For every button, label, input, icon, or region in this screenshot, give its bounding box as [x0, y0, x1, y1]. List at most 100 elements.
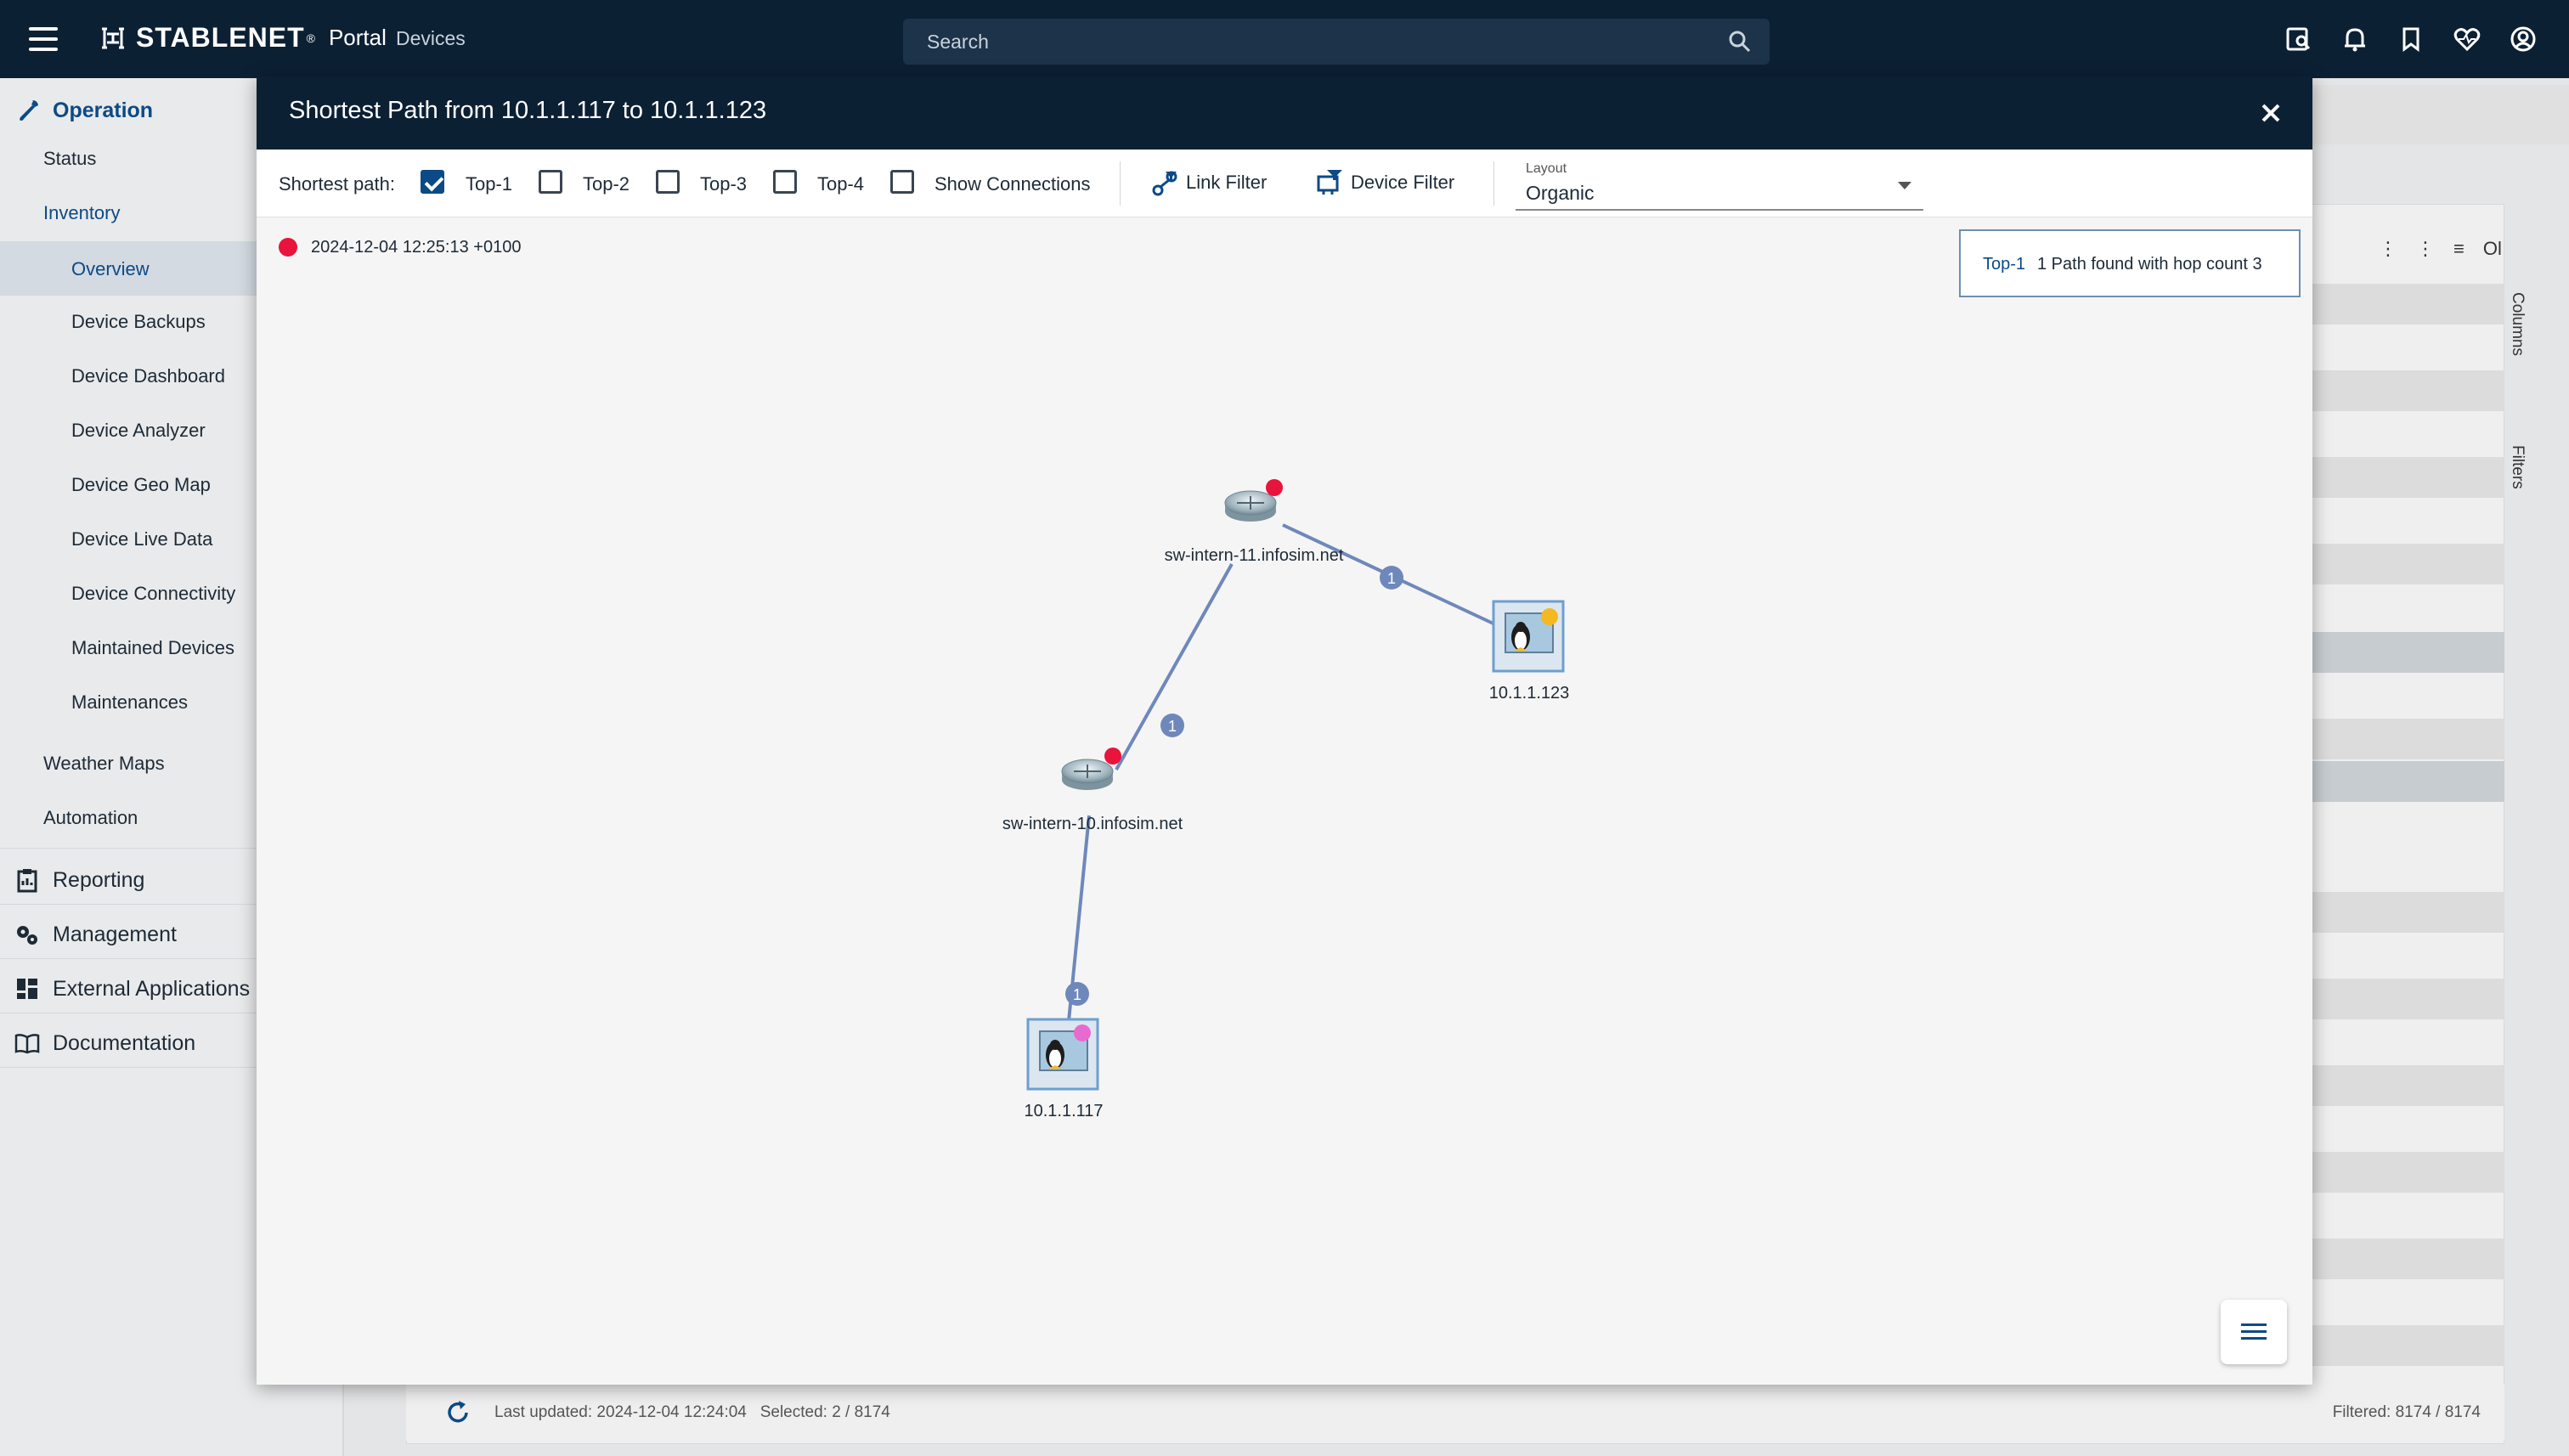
status-alarm-dot — [1266, 479, 1283, 496]
node-10-1-1-123[interactable]: 10.1.1.123 — [1489, 600, 1570, 703]
brand-registered-mark: ® — [306, 31, 315, 45]
top-4-label[interactable]: Top-4 — [817, 173, 864, 195]
node-sw-intern-11[interactable]: sw-intern-11.infosim.net — [1165, 479, 1344, 565]
table-row[interactable] — [2311, 1239, 2504, 1279]
search-placeholder: Search — [927, 31, 989, 53]
node-sw-intern-10[interactable]: sw-intern-10.infosim.net — [1002, 748, 1183, 833]
topology-graph: 1 1 1 sw-intern-11.infosim.net 10.1.1.12… — [1002, 479, 1570, 1120]
brand-portal: Portal — [328, 25, 387, 50]
top-4-checkbox[interactable] — [773, 170, 797, 194]
device-filter-icon — [1317, 170, 1342, 195]
link-badge[interactable]: 1 — [1380, 566, 1403, 590]
table-row[interactable] — [2311, 284, 2504, 324]
table-row[interactable] — [2311, 719, 2504, 759]
sidebar-item-device-backups[interactable]: Device Backups — [71, 311, 206, 333]
close-icon[interactable] — [2255, 97, 2287, 129]
status-info-dot — [1074, 1024, 1091, 1041]
alarm-bell-icon[interactable] — [2340, 24, 2370, 54]
topology-canvas[interactable]: 2024-12-04 12:25:13 +0100 Top-1 1 Path f… — [257, 217, 2312, 1385]
layout-select[interactable]: Layout Organic — [1516, 156, 1923, 211]
top-1-checkbox[interactable] — [421, 170, 444, 194]
columns-tab-label: Columns — [2509, 292, 2527, 356]
link-badge[interactable]: 1 — [1065, 982, 1089, 1006]
layout-value: Organic — [1526, 182, 1595, 204]
brand-name: STABLENET — [136, 22, 305, 53]
stablenet-logo-icon — [102, 27, 124, 48]
book-icon — [14, 1034, 40, 1054]
health-heart-icon[interactable] — [2452, 24, 2482, 54]
node-label: 10.1.1.117 — [1024, 1102, 1103, 1120]
current-section: Devices — [396, 27, 466, 49]
device-filter-label: Device Filter — [1351, 172, 1455, 193]
router-icon — [1224, 490, 1277, 522]
search-icon[interactable] — [1727, 29, 1753, 54]
columns-side-tab[interactable]: Columns — [2508, 292, 2527, 356]
sidebar-item-device-dashboard[interactable]: Device Dashboard — [71, 365, 225, 387]
sidebar-item-status[interactable]: Status — [43, 148, 96, 170]
table-row[interactable] — [2311, 370, 2504, 411]
wrench-icon — [20, 100, 38, 121]
filter-list-icon[interactable]: ≡ — [2453, 238, 2465, 260]
dialog-header: Shortest Path from 10.1.1.117 to 10.1.1.… — [257, 76, 2312, 150]
link-filter-icon — [1152, 171, 1177, 196]
menu-icon[interactable] — [29, 27, 58, 51]
search-input[interactable]: Search — [903, 19, 1770, 65]
graph-menu-button[interactable] — [2221, 1300, 2287, 1364]
sidebar-section-label: Documentation — [53, 1030, 196, 1055]
sidebar-item-automation[interactable]: Automation — [43, 807, 138, 829]
filters-tab-label: Filters — [2509, 445, 2527, 489]
graph-links — [1067, 523, 1498, 1022]
toolbar-text: Ol — [2482, 238, 2502, 259]
table-row[interactable] — [2311, 761, 2504, 802]
sidebar-section-label: Operation — [53, 98, 154, 122]
table-row[interactable] — [2311, 457, 2504, 498]
link-filter-button[interactable]: Link Filter — [1150, 168, 1267, 197]
sidebar-item-inventory[interactable]: Inventory — [43, 202, 121, 224]
node-10-1-1-117[interactable]: 10.1.1.117 — [1024, 1018, 1104, 1120]
link-badge-count: 1 — [1387, 570, 1396, 587]
bookmark-icon[interactable] — [2396, 24, 2426, 54]
table-row[interactable] — [2311, 1325, 2504, 1366]
top-3-checkbox[interactable] — [656, 170, 680, 194]
user-account-icon[interactable] — [2508, 24, 2538, 54]
sidebar-item-device-analyzer[interactable]: Device Analyzer — [71, 420, 206, 442]
table-row[interactable] — [2311, 1065, 2504, 1106]
sidebar-item-maintained-devices[interactable]: Maintained Devices — [71, 637, 234, 659]
table-row[interactable] — [2311, 892, 2504, 933]
top-2-label[interactable]: Top-2 — [583, 173, 630, 195]
shortest-path-dialog: Shortest Path from 10.1.1.117 to 10.1.1.… — [257, 76, 2312, 1385]
device-filter-button[interactable]: Device Filter — [1315, 168, 1454, 197]
top-bar: STABLENET ® Portal Devices Search — [0, 0, 2569, 78]
show-connections-checkbox[interactable] — [890, 170, 914, 194]
table-toolbar: ⋮ ⋮ ≡ Ol — [2379, 238, 2502, 260]
table-row[interactable] — [2311, 544, 2504, 584]
table-row[interactable] — [2311, 1152, 2504, 1193]
show-connections-label[interactable]: Show Connections — [934, 173, 1090, 195]
table-row[interactable] — [2311, 632, 2504, 673]
sidebar-section-label: Reporting — [53, 867, 145, 892]
dialog-title: Shortest Path from 10.1.1.117 to 10.1.1.… — [289, 97, 767, 124]
gears-icon — [17, 926, 37, 945]
chevron-down-icon[interactable] — [1898, 182, 1911, 189]
refresh-icon[interactable] — [443, 1398, 472, 1427]
sidebar-item-maintenances[interactable]: Maintenances — [71, 691, 188, 714]
sidebar-item-device-geo-map[interactable]: Device Geo Map — [71, 474, 211, 496]
sidebar-item-device-connectivity[interactable]: Device Connectivity — [71, 583, 235, 605]
link-badge[interactable]: 1 — [1160, 714, 1184, 737]
top-3-label[interactable]: Top-3 — [700, 173, 747, 195]
link-line[interactable] — [1115, 563, 1234, 770]
sidebar-item-weather-maps[interactable]: Weather Maps — [43, 753, 165, 775]
app-logo[interactable]: STABLENET ® Portal — [99, 22, 387, 54]
node-label: sw-intern-11.infosim.net — [1165, 546, 1344, 565]
filters-side-tab[interactable]: Filters — [2508, 445, 2527, 489]
dialog-toolbar: Shortest path: Top-1 Top-2 Top-3 Top-4 S… — [257, 150, 2312, 217]
top-2-checkbox[interactable] — [539, 170, 562, 194]
top-1-label[interactable]: Top-1 — [466, 173, 512, 195]
sidebar-item-device-live-data[interactable]: Device Live Data — [71, 528, 212, 550]
table-row[interactable] — [2311, 979, 2504, 1019]
more-vert-icon[interactable]: ⋮ — [2416, 238, 2435, 260]
layout-label: Layout — [1526, 161, 1567, 176]
report-search-icon[interactable] — [2284, 24, 2314, 54]
node-label: 10.1.1.123 — [1489, 684, 1570, 703]
more-vert-icon[interactable]: ⋮ — [2379, 238, 2397, 260]
